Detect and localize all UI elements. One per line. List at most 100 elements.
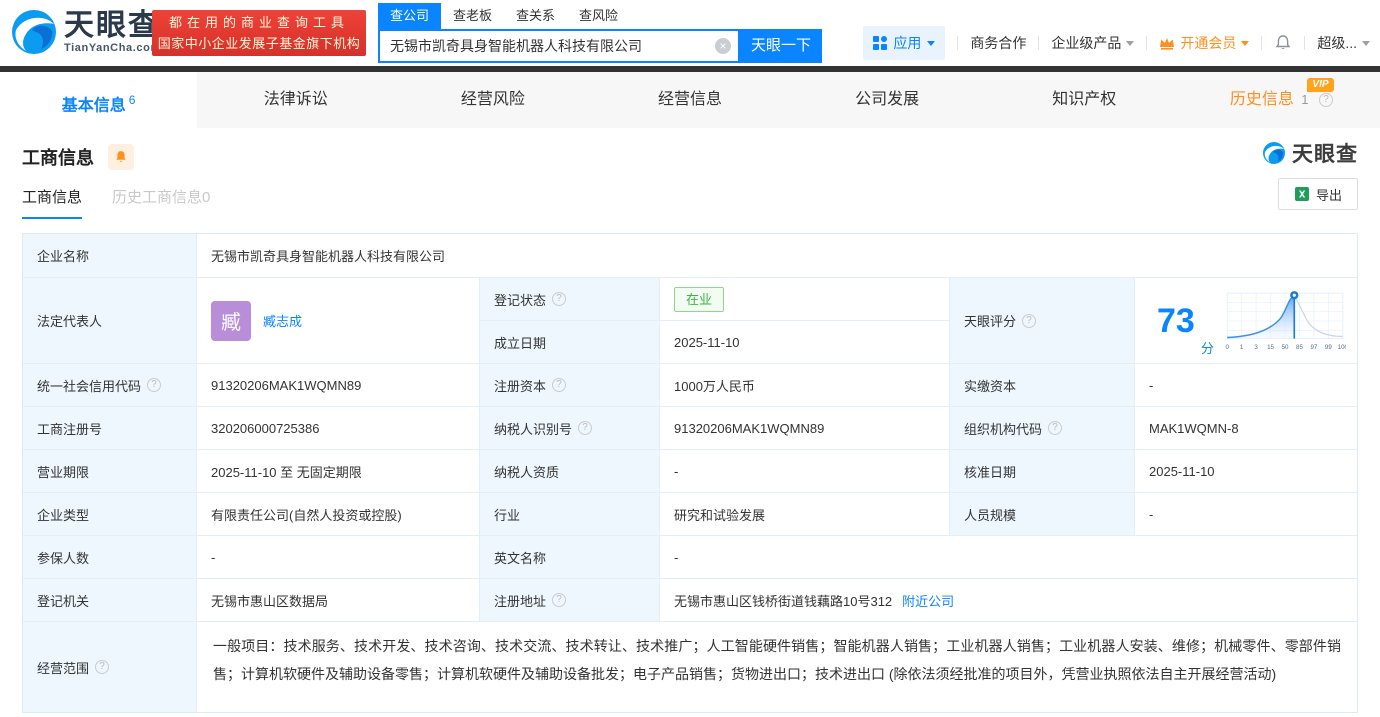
help-icon[interactable]: ? xyxy=(1048,421,1063,435)
slogan-line2: 国家中小企业发展子基金旗下机构 xyxy=(157,36,361,51)
enterprise-product-menu[interactable]: 企业级产品 xyxy=(1051,33,1135,53)
insured-count-label: 参保人数 xyxy=(23,536,197,579)
registered-address-label-text: 注册地址 xyxy=(494,593,547,609)
apps-menu[interactable]: 应用 xyxy=(863,26,946,60)
tab-operation-risk[interactable]: 经营风险 xyxy=(394,72,591,128)
avatar[interactable]: 臧 xyxy=(211,300,251,341)
header-menu: 应用 商务合作 企业级产品 开通会员 超级... xyxy=(863,26,1370,60)
staff-size-value: - xyxy=(1135,493,1357,536)
search-tab-relation[interactable]: 查关系 xyxy=(504,3,567,29)
taxpayer-id-label-text: 纳税人识别号 xyxy=(494,421,573,437)
table-row: 统一社会信用代码 ? 91320206MAK1WQMN89 注册资本 ? 100… xyxy=(23,364,1357,407)
taxpayer-qualification-value: - xyxy=(660,450,950,493)
table-row: 登记机关 无锡市惠山区数据局 注册地址 ? 无锡市惠山区钱桥街道钱藕路10号31… xyxy=(23,579,1357,622)
insured-count-value: - xyxy=(197,536,480,579)
industry-label: 行业 xyxy=(480,493,660,536)
account-label: 超级... xyxy=(1317,35,1357,51)
monitor-bell-button[interactable] xyxy=(108,144,135,170)
org-code-label-text: 组织机构代码 xyxy=(964,421,1043,437)
svg-text:97: 97 xyxy=(1310,343,1317,350)
open-vip-label: 开通会员 xyxy=(1180,35,1237,51)
table-row: 企业名称 无锡市凯奇具身智能机器人科技有限公司 xyxy=(23,234,1357,278)
search-tab-boss[interactable]: 查老板 xyxy=(441,3,504,29)
score-number: 73 xyxy=(1157,301,1195,340)
registration-number-label: 工商注册号 xyxy=(23,407,197,450)
export-button[interactable]: 导出 xyxy=(1278,178,1358,210)
chevron-down-icon xyxy=(1362,41,1370,50)
legal-rep-link[interactable]: 臧志成 xyxy=(263,311,302,330)
legal-rep-label: 法定代表人 xyxy=(23,278,197,364)
company-name-label: 企业名称 xyxy=(23,234,197,278)
tab-intellectual-property-label: 知识产权 xyxy=(1052,91,1117,108)
tianyan-score-label-text: 天眼评分 xyxy=(964,314,1017,329)
svg-text:1: 1 xyxy=(1240,343,1244,350)
tianyancha-logo[interactable]: 天眼查 TianYanCha.com xyxy=(10,8,161,56)
company-nav-tabs: 基本信息 6 法律诉讼 经营风险 经营信息 公司发展 知识产权 VIP 历史信息 … xyxy=(0,72,1380,128)
english-name-label: 英文名称 xyxy=(480,536,660,579)
establish-date-value: 2025-11-10 xyxy=(660,321,950,364)
search-tab-company[interactable]: 查公司 xyxy=(378,3,442,29)
help-icon[interactable]: ? xyxy=(147,378,162,392)
tab-history-info[interactable]: VIP 历史信息 1 ? xyxy=(1183,72,1380,128)
brand-name: 天眼查 xyxy=(64,9,160,42)
org-code-label: 组织机构代码 ? xyxy=(950,407,1135,450)
tianyancha-logo-icon xyxy=(1263,142,1285,164)
export-label: 导出 xyxy=(1315,187,1342,203)
credit-code-label: 统一社会信用代码 ? xyxy=(23,364,197,407)
svg-text:0: 0 xyxy=(1225,343,1229,350)
tab-legal-lawsuits[interactable]: 法律诉讼 xyxy=(197,72,394,128)
search-tab-risk[interactable]: 查风险 xyxy=(567,3,630,29)
help-icon[interactable]: ? xyxy=(95,660,110,674)
nearby-companies-link[interactable]: 附近公司 xyxy=(902,591,954,610)
help-icon[interactable]: ? xyxy=(1022,313,1037,328)
help-icon[interactable]: ? xyxy=(552,292,567,306)
search-button[interactable]: 天眼一下 xyxy=(740,29,822,63)
tab-operation-info[interactable]: 经营信息 xyxy=(591,72,788,128)
tianyancha-logo-icon xyxy=(12,10,56,54)
svg-text:50: 50 xyxy=(1281,343,1288,350)
staff-size-label: 人员规模 xyxy=(950,493,1135,536)
clear-search-icon[interactable]: × xyxy=(715,38,731,54)
chevron-down-icon xyxy=(927,41,936,50)
business-scope-label-text: 经营范围 xyxy=(37,660,90,676)
apps-grid-icon xyxy=(873,36,888,50)
tab-intellectual-property[interactable]: 知识产权 xyxy=(986,72,1183,128)
account-menu[interactable]: 超级... xyxy=(1317,33,1370,53)
cooperation-label: 商务合作 xyxy=(970,35,1027,51)
tab-basic-info-label: 基本信息 xyxy=(61,97,126,115)
legal-rep-value: 臧 臧志成 xyxy=(197,278,480,364)
score-unit: 分 xyxy=(1200,341,1214,356)
excel-icon xyxy=(1294,187,1309,201)
business-scope-label: 经营范围 ? xyxy=(23,622,197,712)
help-icon[interactable]: ? xyxy=(1318,92,1333,107)
business-cooperation-link[interactable]: 商务合作 xyxy=(970,33,1026,53)
menu-divider xyxy=(957,36,959,50)
business-term-value: 2025-11-10 至 无固定期限 xyxy=(197,450,480,493)
status-badge: 在业 xyxy=(674,286,725,312)
help-icon[interactable]: ? xyxy=(578,421,593,435)
business-info-table: 企业名称 无锡市凯奇具身智能机器人科技有限公司 法定代表人 臧 臧志成 登记状态… xyxy=(22,233,1358,713)
tianyancha-watermark: 天眼查 xyxy=(1262,138,1358,168)
menu-divider xyxy=(1038,36,1040,50)
reg-status-value: 在业 xyxy=(660,278,950,321)
subtab-business-info[interactable]: 工商信息 xyxy=(22,186,83,219)
open-vip-menu[interactable]: 开通会员 xyxy=(1159,33,1250,53)
tab-basic-info[interactable]: 基本信息 6 xyxy=(0,72,198,128)
help-icon[interactable]: ? xyxy=(552,593,567,607)
tab-operation-risk-label: 经营风险 xyxy=(460,91,525,108)
reg-status-label-text: 登记状态 xyxy=(494,292,547,308)
help-icon[interactable]: ? xyxy=(552,378,567,392)
notification-button[interactable] xyxy=(1274,34,1292,52)
search-input[interactable] xyxy=(378,29,740,63)
section-header: 工商信息 天眼查 xyxy=(0,128,1380,170)
score-distribution-chart: 0 1 3 15 50 85 97 99 100 xyxy=(1225,290,1346,350)
tab-company-development[interactable]: 公司发展 xyxy=(789,72,986,128)
search-area: 查公司 查老板 查关系 查风险 × 天眼一下 xyxy=(378,3,822,63)
menu-divider xyxy=(1261,36,1263,50)
tab-operation-info-label: 经营信息 xyxy=(657,91,722,108)
watermark-label: 天眼查 xyxy=(1292,143,1358,166)
subtab-history-business-info[interactable]: 历史工商信息0 xyxy=(112,186,210,219)
svg-text:99: 99 xyxy=(1325,343,1332,350)
registered-address-label: 注册地址 ? xyxy=(480,579,660,622)
svg-text:100: 100 xyxy=(1337,343,1345,350)
